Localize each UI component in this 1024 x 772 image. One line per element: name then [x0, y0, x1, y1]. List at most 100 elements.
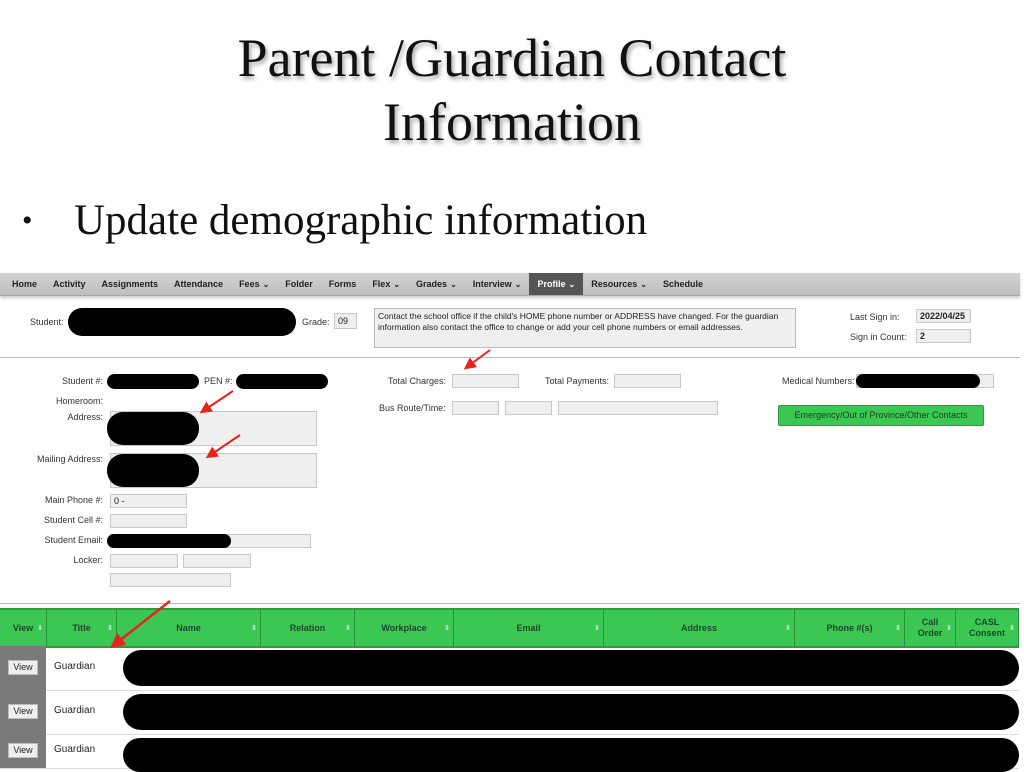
table-row: View Guardian	[0, 646, 1019, 691]
sort-icon[interactable]: ⬍	[1009, 623, 1015, 634]
sign-in-count-value: 2	[916, 329, 971, 343]
column-header-label: Name	[176, 622, 201, 633]
last-sign-in-value: 2022/04/25	[916, 309, 971, 323]
nav-item-assignments[interactable]: Assignments	[94, 273, 167, 295]
sort-icon[interactable]: ⬍	[594, 623, 600, 634]
column-header-label: Relation	[289, 622, 326, 633]
bus-time-field	[558, 401, 718, 415]
total-payments-field	[614, 374, 681, 388]
nav-item-label: Home	[12, 279, 38, 289]
nav-item-label: Schedule	[662, 279, 703, 289]
notice-textarea[interactable]: Contact the school office if the child's…	[374, 308, 796, 348]
sort-icon[interactable]: ⬍	[37, 623, 43, 634]
column-header-title[interactable]: Title ⬍	[47, 610, 117, 646]
column-header-call-order[interactable]: Call Order ⬍	[905, 610, 956, 646]
student-label: Student:	[30, 317, 64, 327]
sort-icon[interactable]: ⬍	[444, 623, 450, 634]
bus-route-field-2	[505, 401, 552, 415]
medical-numbers-redacted	[856, 374, 980, 388]
column-header-label: Address	[680, 622, 717, 633]
nav-item-forms[interactable]: Forms	[321, 273, 365, 295]
nav-item-label: Attendance	[174, 279, 224, 289]
column-header-address[interactable]: Address ⬍	[604, 610, 795, 646]
student-email-redacted	[107, 534, 231, 548]
bullet-item: • Update demographic information	[22, 196, 647, 245]
nav-item-label: Grades	[416, 279, 448, 289]
student-cell-label: Student Cell #:	[43, 515, 103, 525]
nav-item-profile[interactable]: Profile ⌄	[529, 273, 584, 295]
last-sign-in-label: Last Sign in:	[850, 312, 900, 322]
chevron-down-icon: ⌄	[450, 280, 457, 289]
divider	[0, 603, 1020, 604]
contact-details-redacted	[123, 694, 1019, 730]
sign-in-count-label: Sign in Count:	[850, 332, 907, 342]
main-phone-label: Main Phone #:	[44, 495, 103, 505]
nav-item-folder[interactable]: Folder	[277, 273, 321, 295]
main-nav: Home Activity Assignments Attendance Fees ⌄ Fo…	[0, 273, 1020, 296]
title-cell: Guardian	[54, 744, 96, 755]
medical-numbers-label: Medical Numbers:	[782, 376, 855, 386]
nav-item-attendance[interactable]: Attendance	[166, 273, 231, 295]
slide-title-line2: Information	[383, 92, 641, 152]
nav-item-schedule[interactable]: Schedule	[655, 273, 711, 295]
column-header-phone-s[interactable]: Phone #(s) ⬍	[795, 610, 905, 646]
nav-item-home[interactable]: Home	[0, 273, 45, 295]
column-header-label: Workplace	[381, 622, 427, 633]
pen-redacted	[236, 374, 328, 389]
column-header-label: View	[12, 622, 34, 633]
sort-icon[interactable]: ⬍	[895, 623, 901, 634]
title-cell: Guardian	[54, 705, 96, 716]
homeroom-label: Homeroom:	[55, 396, 103, 406]
nav-item-interview[interactable]: Interview ⌄	[465, 273, 530, 295]
chevron-down-icon: ⌄	[640, 280, 647, 289]
column-header-casl-consent[interactable]: CASL Consent ⬍	[956, 610, 1019, 646]
view-button[interactable]: View	[8, 660, 38, 675]
sort-icon[interactable]: ⬍	[785, 623, 791, 634]
nav-item-label: Assignments	[101, 279, 159, 289]
student-number-redacted	[107, 374, 199, 389]
student-name-redacted	[68, 308, 296, 336]
column-header-label: Call Order	[917, 617, 943, 638]
chevron-down-icon: ⌄	[393, 280, 401, 289]
address-label: Address:	[67, 412, 103, 422]
column-header-name[interactable]: Name ⬍	[117, 610, 261, 646]
grade-field: 09	[334, 313, 357, 329]
nav-item-resources[interactable]: Resources ⌄	[583, 273, 655, 295]
locker-label: Locker:	[73, 555, 103, 565]
nav-item-flex[interactable]: Flex ⌄	[364, 273, 408, 295]
column-header-workplace[interactable]: Workplace ⬍	[355, 610, 454, 646]
slide-title-line1: Parent /Guardian Contact	[237, 28, 787, 88]
sort-icon[interactable]: ⬍	[107, 623, 113, 634]
nav-item-activity[interactable]: Activity	[45, 273, 94, 295]
contacts-table-header: View ⬍ Title ⬍ Name ⬍ Relation ⬍ Workplace ⬍ Email…	[0, 608, 1019, 648]
column-header-label: Phone #(s)	[826, 622, 873, 633]
view-button[interactable]: View	[8, 704, 38, 719]
main-phone-field: 0 -	[110, 494, 187, 508]
slide-title: Parent /Guardian Contact Information	[0, 26, 1024, 154]
nav-item-fees[interactable]: Fees ⌄	[231, 273, 277, 295]
address-redacted	[107, 412, 199, 445]
student-cell-field	[110, 514, 187, 528]
student-number-label: Student #:	[61, 376, 103, 386]
view-button[interactable]: View	[8, 743, 38, 758]
column-header-label: Title	[72, 622, 91, 633]
sort-icon[interactable]: ⬍	[251, 623, 257, 634]
emergency-contacts-button[interactable]: Emergency/Out of Province/Other Contacts	[778, 405, 984, 426]
sort-icon[interactable]: ⬍	[345, 623, 351, 634]
column-header-relation[interactable]: Relation ⬍	[261, 610, 355, 646]
sort-icon[interactable]: ⬍	[946, 623, 952, 634]
chevron-down-icon: ⌄	[262, 280, 270, 289]
bus-route-field-1	[452, 401, 499, 415]
column-header-view[interactable]: View ⬍	[0, 610, 47, 646]
mailing-address-label: Mailing Address:	[36, 454, 103, 464]
view-cell: View	[0, 734, 46, 768]
table-row: View Guardian	[0, 734, 1019, 772]
column-header-email[interactable]: Email ⬍	[454, 610, 604, 646]
nav-item-label: Resources	[591, 279, 638, 289]
nav-item-label: Fees	[239, 279, 260, 289]
nav-item-label: Profile	[537, 279, 566, 289]
nav-item-grades[interactable]: Grades ⌄	[408, 273, 465, 295]
total-charges-label: Total Charges:	[388, 376, 447, 386]
contact-details-redacted	[123, 650, 1019, 686]
mailing-address-redacted	[107, 454, 199, 487]
